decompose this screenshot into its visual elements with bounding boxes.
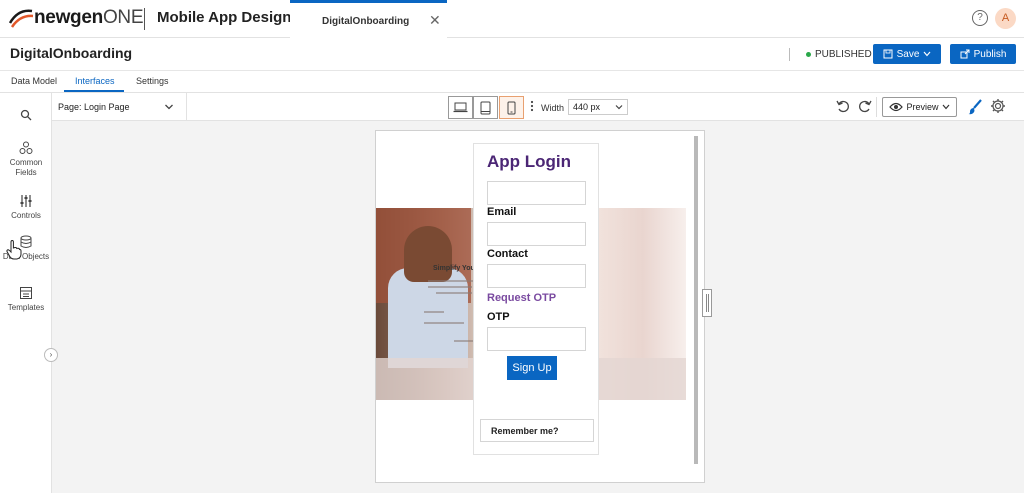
eye-icon — [889, 102, 904, 112]
common-fields-icon — [19, 141, 33, 154]
top-app-bar: newgenONE Mobile App Designer DigitalOnb… — [0, 0, 1024, 38]
mobile-icon — [507, 101, 516, 114]
sidebar-item-controls[interactable]: Controls — [0, 194, 52, 221]
hero-person-head — [404, 226, 452, 282]
email-field[interactable] — [487, 222, 586, 246]
publish-button[interactable]: Publish — [950, 44, 1016, 64]
preview-button[interactable]: Preview — [882, 97, 957, 117]
sidebar-item-label: Controls — [11, 211, 41, 220]
email-label: Email — [487, 206, 517, 218]
hero-text-line — [428, 286, 472, 288]
width-value: 440 px — [573, 102, 601, 112]
remember-me-checkbox[interactable]: Remember me? — [480, 419, 594, 442]
mobile-view-button[interactable] — [499, 96, 524, 119]
user-avatar[interactable]: A — [995, 8, 1016, 29]
sidebar-item-templates[interactable]: Templates — [0, 286, 52, 313]
page-header: DigitalOnboarding PUBLISHED Save Publish — [0, 38, 1024, 71]
desktop-view-button[interactable] — [448, 96, 473, 119]
close-tab-icon[interactable]: ✕ — [429, 12, 441, 29]
redo-icon[interactable] — [858, 99, 872, 113]
designer-toolbar: Page: Login Page Width 440 px Preview — [52, 93, 1024, 121]
sidebar-item-search[interactable] — [0, 109, 52, 124]
otp-label: OTP — [487, 311, 510, 323]
contact-label: Contact — [487, 248, 528, 260]
width-select[interactable]: 440 px — [568, 99, 628, 115]
contact-field[interactable] — [487, 264, 586, 288]
chevron-down-icon — [923, 51, 931, 57]
save-button-label: Save — [896, 48, 920, 60]
chevron-down-icon[interactable] — [164, 102, 174, 112]
sidebar-item-common-fields[interactable]: Common Fields — [0, 141, 52, 178]
hero-text-line — [436, 292, 472, 294]
tablet-icon — [480, 101, 491, 114]
search-icon — [20, 109, 32, 121]
document-tab[interactable]: DigitalOnboarding ✕ — [290, 0, 447, 38]
toolbar-divider — [876, 97, 877, 117]
tablet-view-button[interactable] — [473, 96, 498, 119]
login-form-card[interactable]: App Login Email Contact Request OTP OTP … — [473, 143, 599, 455]
tab-interfaces[interactable]: Interfaces — [75, 76, 115, 86]
hero-text-line — [454, 340, 474, 342]
hero-text-line — [428, 280, 474, 282]
desktop-icon — [453, 102, 468, 113]
sidebar-item-label: Common Fields — [9, 158, 43, 177]
otp-field[interactable] — [487, 327, 586, 351]
tab-data-model[interactable]: Data Model — [11, 76, 57, 86]
floppy-disk-icon — [883, 49, 893, 59]
toolbar-divider — [186, 93, 187, 121]
status-divider — [789, 48, 790, 61]
publish-button-label: Publish — [973, 48, 1007, 60]
paint-brush-icon[interactable] — [968, 99, 982, 115]
form-title: App Login — [487, 152, 572, 171]
hero-person-body — [388, 268, 468, 368]
sidebar-expand-icon[interactable]: › — [44, 348, 58, 362]
chevron-down-icon — [615, 105, 623, 110]
hero-headline: Simplify Your — [433, 265, 478, 272]
hero-text-line — [424, 311, 444, 313]
page-title: DigitalOnboarding — [10, 45, 133, 61]
publish-icon — [960, 49, 970, 59]
templates-icon — [20, 287, 32, 299]
publish-status: PUBLISHED — [806, 49, 872, 60]
app-title: Mobile App Designer — [157, 9, 306, 26]
undo-icon[interactable] — [836, 99, 850, 113]
sign-up-button[interactable]: Sign Up — [507, 356, 557, 380]
chevron-down-icon — [942, 104, 949, 110]
newgenone-logo: newgenONE — [8, 7, 144, 29]
document-tab-label: DigitalOnboarding — [322, 16, 410, 27]
left-sidebar: Common Fields Controls Data Objects Temp… — [0, 93, 58, 493]
hero-text-line — [424, 322, 464, 324]
logo-brand: newgen — [34, 7, 103, 28]
width-label: Width — [541, 103, 565, 113]
logo-suffix: ONE — [102, 7, 144, 28]
preview-button-label: Preview — [906, 102, 939, 112]
designer-tabs: Data Model Interfaces Settings — [0, 71, 1024, 93]
help-icon[interactable]: ? — [972, 10, 988, 26]
page-select[interactable]: Page: Login Page — [58, 102, 130, 112]
controls-icon — [20, 195, 32, 207]
request-otp-link[interactable]: Request OTP — [487, 292, 556, 304]
status-text: PUBLISHED — [815, 49, 872, 60]
save-button[interactable]: Save — [873, 44, 941, 64]
tab-settings[interactable]: Settings — [136, 76, 169, 86]
first-input-field[interactable] — [487, 181, 586, 205]
gear-icon[interactable] — [990, 98, 1006, 114]
more-options-icon[interactable] — [530, 100, 534, 112]
status-dot-icon — [806, 52, 811, 57]
canvas-scrollbar[interactable] — [694, 136, 698, 464]
newgen-swoosh-icon — [8, 9, 34, 28]
hand-cursor-icon — [6, 240, 22, 260]
sidebar-item-label: Templates — [7, 303, 45, 312]
active-tab-indicator — [64, 90, 124, 92]
logo-separator — [144, 8, 145, 30]
canvas-resize-handle[interactable] — [702, 289, 712, 317]
